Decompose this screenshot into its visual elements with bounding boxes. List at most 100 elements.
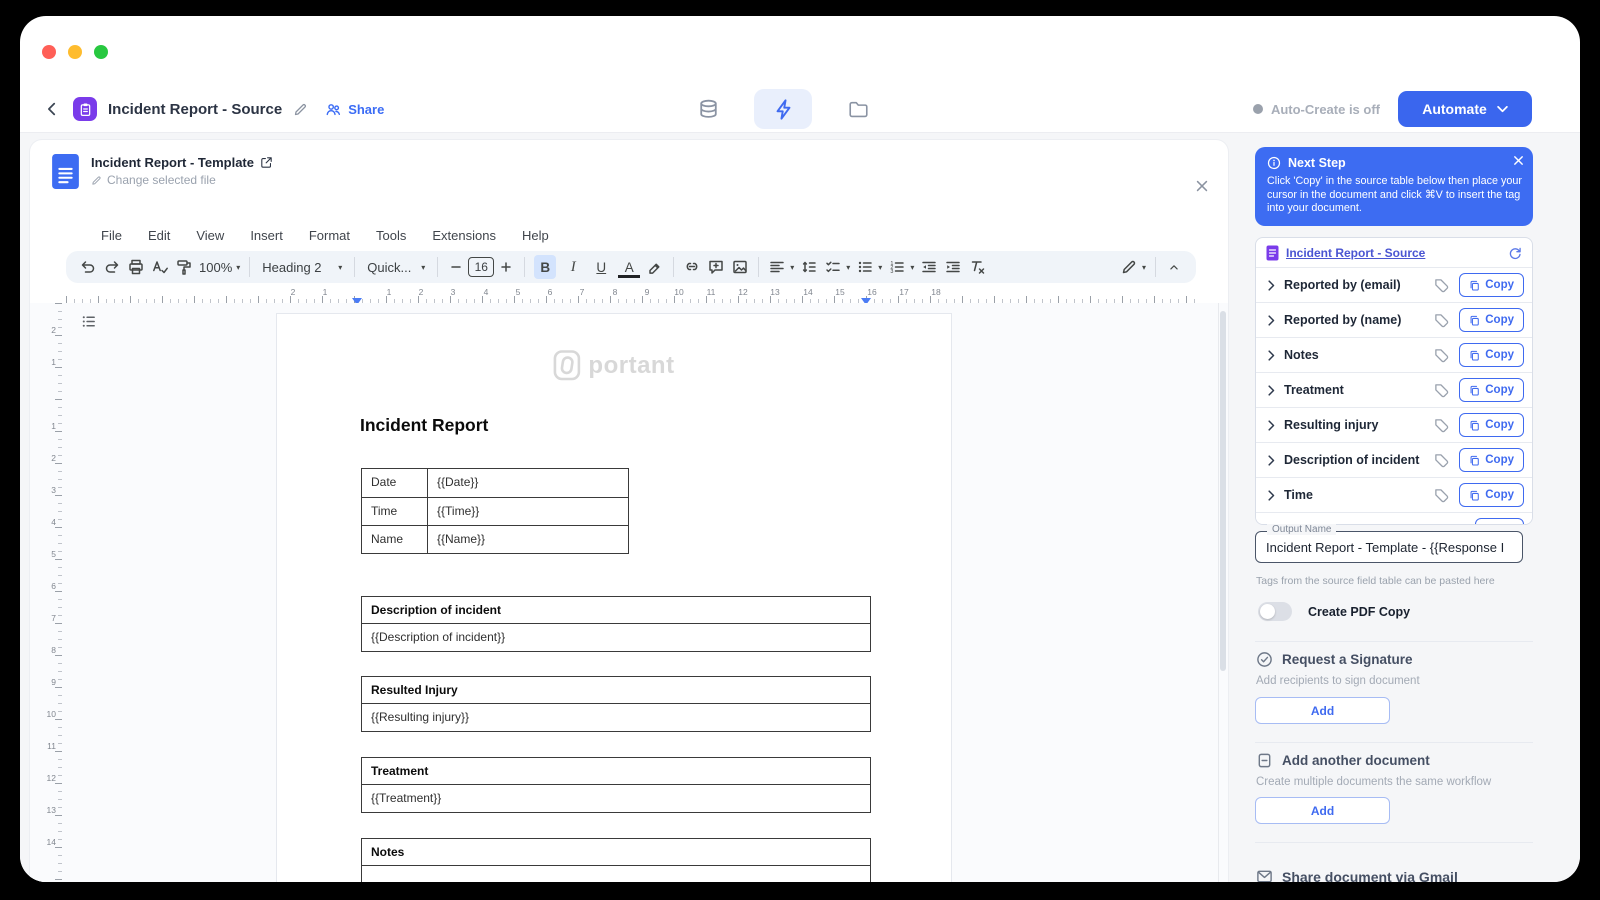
- ruler-number: 5: [51, 549, 56, 559]
- undo-button[interactable]: [76, 254, 100, 280]
- copy-icon: [1469, 350, 1480, 361]
- checklist-button[interactable]: ▾: [821, 254, 853, 280]
- italic-button[interactable]: I: [559, 254, 587, 280]
- copy-tag-button[interactable]: Copy: [1459, 343, 1524, 367]
- source-field-row[interactable]: Resulting injury Copy: [1256, 407, 1532, 442]
- copy-icon: [1469, 455, 1480, 466]
- source-file-link[interactable]: Incident Report - Source: [1286, 246, 1425, 260]
- change-selected-file-button[interactable]: Change selected file: [91, 173, 273, 187]
- add-signature-button[interactable]: Add: [1255, 697, 1390, 724]
- dismiss-banner-button[interactable]: [1513, 154, 1524, 169]
- workflow-tab-button[interactable]: [754, 89, 812, 129]
- menu-insert[interactable]: Insert: [250, 228, 283, 243]
- chevron-right-icon[interactable]: [1268, 455, 1275, 466]
- clear-formatting-button[interactable]: [965, 254, 989, 280]
- template-file-link[interactable]: Incident Report - Template: [91, 155, 273, 170]
- paint-format-button[interactable]: [172, 254, 196, 280]
- insert-link-button[interactable]: [680, 254, 704, 280]
- refresh-icon[interactable]: [1508, 246, 1522, 260]
- table-cell-label: Date: [362, 469, 428, 497]
- ruler-number: 1: [51, 357, 56, 367]
- paragraph-style-select[interactable]: Heading 2▾: [256, 254, 348, 280]
- window-close-button[interactable]: [42, 45, 56, 59]
- insert-image-button[interactable]: [728, 254, 752, 280]
- copy-tag-button[interactable]: Copy: [1459, 308, 1524, 332]
- bold-button[interactable]: B: [531, 254, 559, 280]
- documents-tab-button[interactable]: [838, 89, 878, 129]
- increase-indent-button[interactable]: [941, 254, 965, 280]
- align-button[interactable]: ▾: [765, 254, 797, 280]
- zoom-select[interactable]: 100%▾: [196, 254, 243, 280]
- ruler-number: 1: [387, 287, 392, 297]
- copy-tag-button[interactable]: Copy: [1459, 273, 1524, 297]
- numbered-list-button[interactable]: 123▾: [885, 254, 917, 280]
- line-spacing-button[interactable]: [797, 254, 821, 280]
- share-button[interactable]: Share: [325, 101, 384, 118]
- copy-tag-button[interactable]: Copy: [1459, 378, 1524, 402]
- spellcheck-button[interactable]: [148, 254, 172, 280]
- increase-font-size-button[interactable]: [494, 254, 518, 280]
- window-minimize-button[interactable]: [68, 45, 82, 59]
- section-title: Notes: [361, 838, 871, 866]
- menu-help[interactable]: Help: [522, 228, 549, 243]
- bulleted-list-button[interactable]: ▾: [853, 254, 885, 280]
- menu-extensions[interactable]: Extensions: [432, 228, 496, 243]
- close-document-panel-button[interactable]: [1194, 178, 1210, 197]
- menu-tools[interactable]: Tools: [376, 228, 406, 243]
- font-size-input[interactable]: 16: [468, 257, 494, 277]
- highlight-color-button[interactable]: [643, 254, 667, 280]
- source-field-row[interactable]: Time Copy: [1256, 477, 1532, 512]
- automate-button[interactable]: Automate: [1398, 91, 1532, 127]
- menu-edit[interactable]: Edit: [148, 228, 170, 243]
- menu-view[interactable]: View: [196, 228, 224, 243]
- source-field-row[interactable]: Treatment Copy: [1256, 372, 1532, 407]
- output-name-input[interactable]: [1255, 531, 1523, 563]
- tag-icon[interactable]: [1434, 453, 1449, 468]
- window-zoom-button[interactable]: [94, 45, 108, 59]
- add-comment-button[interactable]: [704, 254, 728, 280]
- chevron-right-icon[interactable]: [1268, 280, 1275, 291]
- edit-title-icon[interactable]: [293, 102, 308, 117]
- copy-tag-button[interactable]: Copy: [1459, 413, 1524, 437]
- menu-file[interactable]: File: [101, 228, 122, 243]
- tag-icon[interactable]: [1434, 313, 1449, 328]
- ruler-number: 11: [47, 741, 56, 751]
- copy-tag-button[interactable]: Copy: [1459, 448, 1524, 472]
- tag-icon[interactable]: [1434, 418, 1449, 433]
- tag-icon[interactable]: [1434, 348, 1449, 363]
- share-gmail-section[interactable]: Share document via Gmail: [1256, 868, 1458, 882]
- add-document-button[interactable]: Add: [1255, 797, 1390, 824]
- decrease-font-size-button[interactable]: [444, 254, 468, 280]
- back-button[interactable]: [42, 89, 62, 129]
- source-field-row[interactable]: Description of incident Copy: [1256, 442, 1532, 477]
- document-page[interactable]: portant Incident Report Date {{Date}} Ti…: [276, 313, 952, 882]
- chevron-right-icon[interactable]: [1268, 315, 1275, 326]
- chevron-right-icon[interactable]: [1268, 490, 1275, 501]
- print-button[interactable]: [124, 254, 148, 280]
- tag-icon[interactable]: [1434, 488, 1449, 503]
- table-cell-value: {{Date}}: [428, 469, 628, 497]
- chevron-right-icon[interactable]: [1268, 385, 1275, 396]
- copy-tag-button[interactable]: Copy: [1459, 483, 1524, 507]
- source-field-row[interactable]: Notes Copy: [1256, 337, 1532, 372]
- decrease-indent-button[interactable]: [917, 254, 941, 280]
- tag-icon[interactable]: [1434, 383, 1449, 398]
- editing-mode-button[interactable]: ▾: [1117, 254, 1149, 280]
- menu-format[interactable]: Format: [309, 228, 350, 243]
- collapse-toolbar-button[interactable]: [1162, 254, 1186, 280]
- redo-button[interactable]: [100, 254, 124, 280]
- show-outline-button[interactable]: [80, 313, 97, 333]
- data-source-tab-button[interactable]: [688, 89, 728, 129]
- chevron-right-icon[interactable]: [1268, 420, 1275, 431]
- table-row: Date {{Date}}: [362, 469, 628, 497]
- source-field-row[interactable]: Reported by (name) Copy: [1256, 302, 1532, 337]
- scrollbar-thumb[interactable]: [1220, 311, 1226, 671]
- chevron-right-icon[interactable]: [1268, 350, 1275, 361]
- source-field-row[interactable]: Reported by (email) Copy: [1256, 267, 1532, 302]
- copy-tag-button[interactable]: Copy: [1475, 518, 1524, 525]
- text-color-button[interactable]: A: [615, 254, 643, 280]
- tag-icon[interactable]: [1434, 278, 1449, 293]
- underline-button[interactable]: U: [587, 254, 615, 280]
- font-select[interactable]: Quick...▾: [361, 254, 431, 280]
- create-pdf-toggle[interactable]: [1258, 602, 1292, 621]
